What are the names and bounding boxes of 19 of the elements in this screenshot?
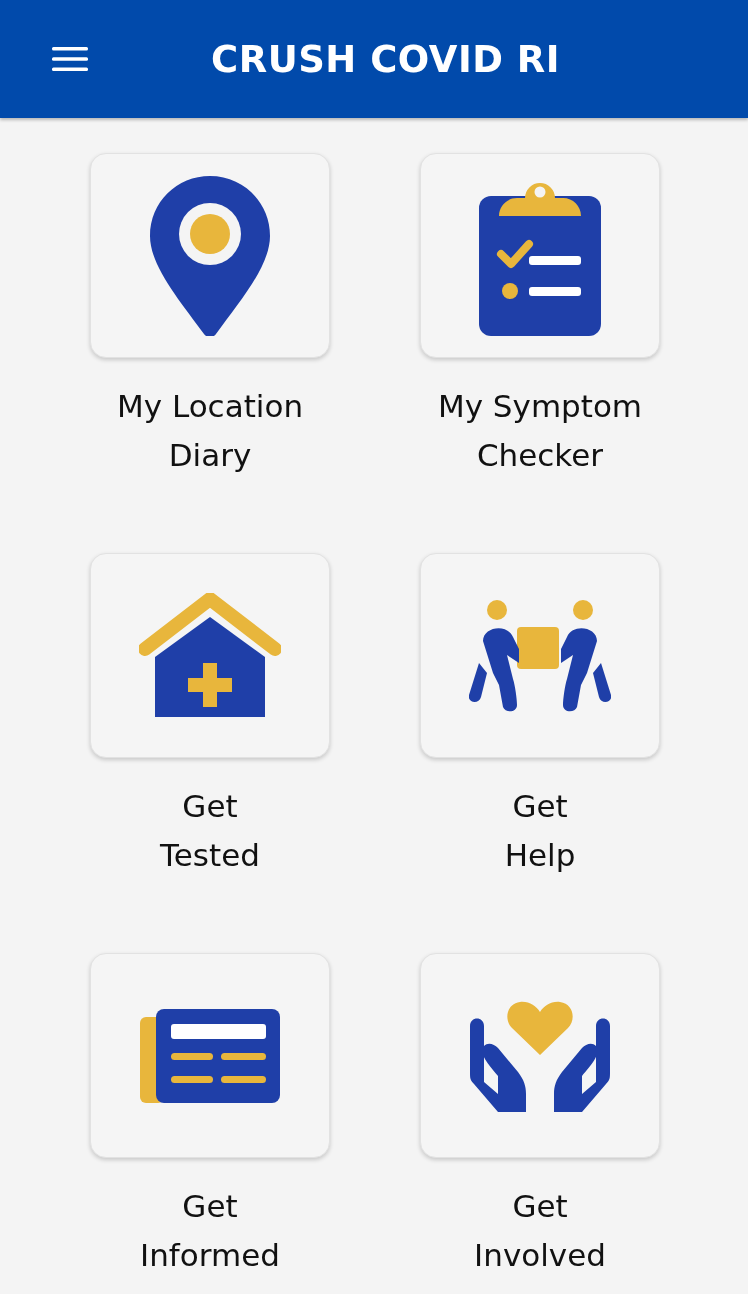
tile-button[interactable] xyxy=(420,953,660,1158)
tile-label: Get Help xyxy=(504,787,576,875)
tile-button[interactable] xyxy=(90,953,330,1158)
tile-button[interactable] xyxy=(90,153,330,358)
tile-label: My Symptom Checker xyxy=(437,387,643,475)
people-carrying-box-icon xyxy=(469,598,611,713)
app-title: CRUSH COVID RI xyxy=(211,37,561,81)
tile-label: Get Tested xyxy=(160,787,260,875)
hands-heart-icon xyxy=(470,999,610,1112)
tile-label: My Location Diary xyxy=(116,387,304,475)
house-cross-icon xyxy=(139,592,281,719)
tile-label: Get Informed xyxy=(140,1187,280,1275)
tile-button[interactable] xyxy=(420,553,660,758)
tile-button[interactable] xyxy=(90,553,330,758)
pin-icon xyxy=(150,175,270,336)
menu-icon[interactable] xyxy=(52,46,88,72)
newspaper-icon xyxy=(140,1008,280,1103)
tile-button[interactable] xyxy=(420,153,660,358)
tile-label: Get Involved xyxy=(474,1187,606,1275)
